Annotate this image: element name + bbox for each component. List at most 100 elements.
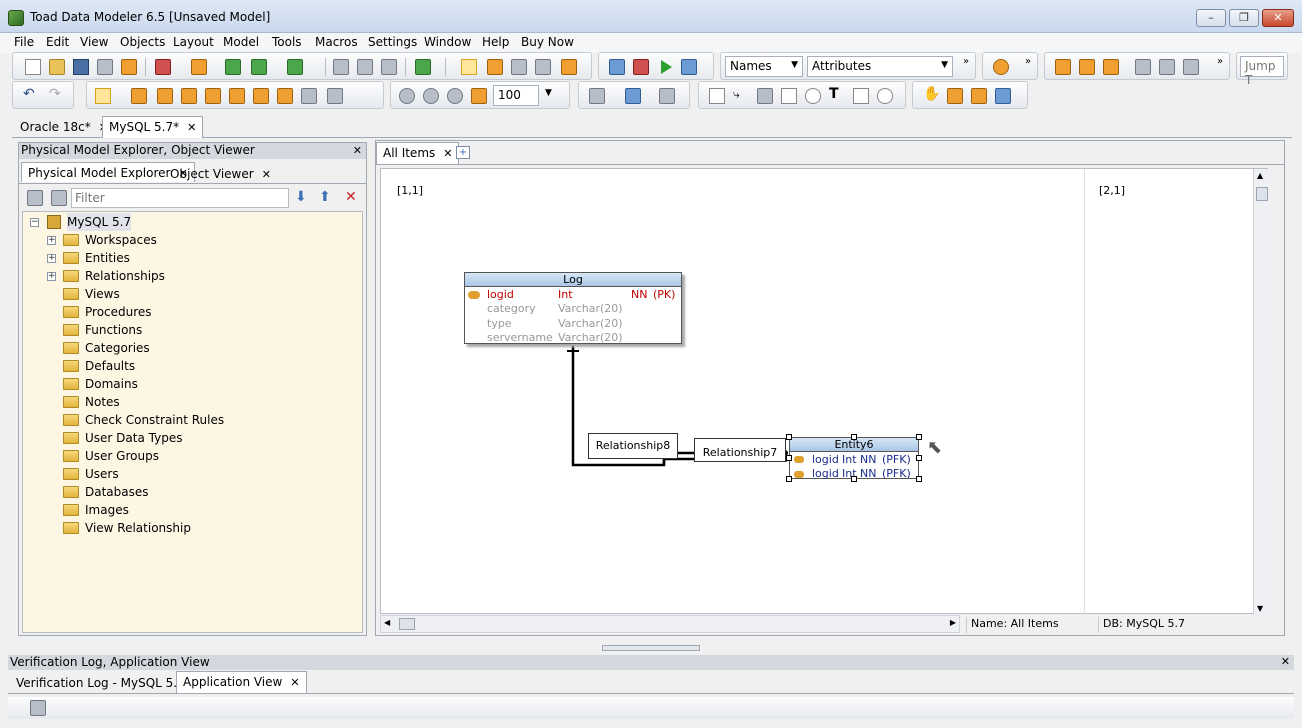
splitter-handle[interactable] xyxy=(602,645,700,651)
generate-icon[interactable] xyxy=(225,59,241,75)
maximize-button[interactable]: ❐ xyxy=(1229,9,1259,27)
resize-handle[interactable] xyxy=(786,476,792,482)
scroll-left-icon[interactable]: ◀ xyxy=(384,618,390,627)
zoom-dropdown-icon[interactable]: ▼ xyxy=(545,88,552,98)
overflow-chevron-icon[interactable]: » xyxy=(1025,56,1031,67)
tab-object-viewer[interactable]: Object Viewer ✕ xyxy=(164,164,277,184)
menu-layout[interactable]: Layout xyxy=(173,35,214,49)
redo-icon[interactable]: ↷ xyxy=(49,86,65,102)
tab-oracle-18c[interactable]: Oracle 18c*✕ xyxy=(14,117,114,137)
zoom-icon[interactable] xyxy=(399,88,415,104)
relation-icon[interactable] xyxy=(157,88,173,104)
convert-icon[interactable] xyxy=(287,59,303,75)
layers-icon[interactable] xyxy=(561,59,577,75)
diagram-canvas[interactable]: [1,1] [2,1] Log logid Int NN (PK) catego… xyxy=(380,168,1269,615)
clear-log-icon[interactable] xyxy=(30,700,46,716)
identifying-rel-icon[interactable] xyxy=(181,88,197,104)
tree-item[interactable]: View Relationship xyxy=(85,519,191,537)
scroll-thumb[interactable] xyxy=(1256,187,1268,201)
menu-edit[interactable]: Edit xyxy=(46,35,69,49)
tree-item[interactable]: Users xyxy=(85,465,119,483)
entity-entity6[interactable]: Entity6 logid Int NN (PFK) logid Int NN … xyxy=(789,437,919,480)
list-icon[interactable] xyxy=(327,88,343,104)
resize-handle[interactable] xyxy=(851,434,857,440)
compare-icon[interactable] xyxy=(251,59,267,75)
menu-file[interactable]: File xyxy=(14,35,34,49)
entity-tool-icon[interactable] xyxy=(487,59,503,75)
tree-item[interactable]: Entities xyxy=(85,249,130,267)
page-icon[interactable] xyxy=(1135,59,1151,75)
resize-handle[interactable] xyxy=(786,455,792,461)
category-icon[interactable] xyxy=(253,88,269,104)
tree-item[interactable]: Relationships xyxy=(85,267,165,285)
tree-root[interactable]: MySQL 5.7 xyxy=(67,213,132,231)
zoom-in-icon[interactable] xyxy=(447,88,463,104)
tree-item[interactable]: Images xyxy=(85,501,129,519)
expand-icon[interactable]: + xyxy=(47,236,56,245)
workspace-add-icon[interactable] xyxy=(971,88,987,104)
new-file-icon[interactable] xyxy=(25,59,41,75)
scroll-down-icon[interactable]: ▼ xyxy=(1257,604,1263,613)
minimize-button[interactable]: – xyxy=(1196,9,1226,27)
relationship8-label[interactable]: Relationship8 xyxy=(588,433,678,459)
run-icon[interactable] xyxy=(661,60,672,74)
tree-item[interactable]: Views xyxy=(85,285,120,303)
move-up-icon[interactable]: ⬆ xyxy=(319,189,331,205)
tree-item[interactable]: Domains xyxy=(85,375,138,393)
panel-close-icon[interactable]: ✕ xyxy=(1281,655,1290,669)
print-icon[interactable] xyxy=(333,59,349,75)
hand-icon[interactable]: ✋ xyxy=(923,86,940,102)
scroll-right-icon[interactable]: ▶ xyxy=(950,618,956,627)
zoom-fit-icon[interactable] xyxy=(471,88,487,104)
open-folder-icon[interactable] xyxy=(49,59,65,75)
tree-item[interactable]: Procedures xyxy=(85,303,152,321)
tree-view-icon[interactable] xyxy=(27,190,43,206)
align-left-icon[interactable] xyxy=(659,88,675,104)
close-tab-icon[interactable]: ✕ xyxy=(262,168,271,181)
add-workspace-icon[interactable]: + xyxy=(456,146,470,159)
menu-macros[interactable]: Macros xyxy=(315,35,358,49)
view-icon[interactable] xyxy=(229,88,245,104)
expand-icon[interactable]: + xyxy=(47,254,56,263)
menu-objects[interactable]: Objects xyxy=(120,35,165,49)
table-icon[interactable] xyxy=(301,88,317,104)
erp-icon[interactable] xyxy=(1183,59,1199,75)
ellipse-icon[interactable] xyxy=(805,88,821,104)
collapse-icon[interactable]: − xyxy=(30,218,39,227)
image-icon[interactable] xyxy=(757,88,773,104)
pointer-icon[interactable] xyxy=(95,88,111,104)
stamp-icon[interactable] xyxy=(877,88,893,104)
tab-all-items[interactable]: All Items ✕ xyxy=(376,142,460,164)
undo-icon[interactable]: ↶ xyxy=(23,86,39,102)
relationship7-label[interactable]: Relationship7 xyxy=(694,438,786,462)
color-icon[interactable] xyxy=(625,88,641,104)
align-icon[interactable] xyxy=(589,88,605,104)
entity-draw-icon[interactable] xyxy=(131,88,147,104)
attributes-combo[interactable]: Attributes ▼ xyxy=(807,56,953,77)
horizontal-scrollbar[interactable]: ◀ ▶ xyxy=(380,615,960,633)
jump-input[interactable]: Jump T xyxy=(1240,56,1284,87)
menu-buy-now[interactable]: Buy Now xyxy=(521,35,574,49)
menu-settings[interactable]: Settings xyxy=(368,35,417,49)
close-tab-icon[interactable]: ✕ xyxy=(187,121,196,134)
note-icon[interactable] xyxy=(709,88,725,104)
sync-icon[interactable] xyxy=(415,59,431,75)
close-tab-icon[interactable]: ✕ xyxy=(290,676,299,689)
find-icon[interactable] xyxy=(535,59,551,75)
generate-script-icon[interactable] xyxy=(681,59,697,75)
scroll-up-icon[interactable]: ▲ xyxy=(1257,171,1263,180)
user-icon[interactable] xyxy=(993,59,1009,75)
move-down-icon[interactable]: ⬇ xyxy=(295,189,307,205)
panel-close-icon[interactable]: ✕ xyxy=(353,143,362,158)
resize-handle[interactable] xyxy=(916,455,922,461)
print-preview-icon[interactable] xyxy=(357,59,373,75)
tab-application-view[interactable]: Application View ✕ xyxy=(176,671,307,693)
menu-view[interactable]: View xyxy=(80,35,108,49)
save-icon[interactable] xyxy=(73,59,89,75)
tree-item[interactable]: Categories xyxy=(85,339,150,357)
resize-handle[interactable] xyxy=(916,476,922,482)
layout-tree-icon[interactable] xyxy=(1055,59,1071,75)
expand-icon[interactable]: + xyxy=(47,272,56,281)
link-icon[interactable] xyxy=(277,88,293,104)
explorer-toggle-icon[interactable] xyxy=(461,59,477,75)
